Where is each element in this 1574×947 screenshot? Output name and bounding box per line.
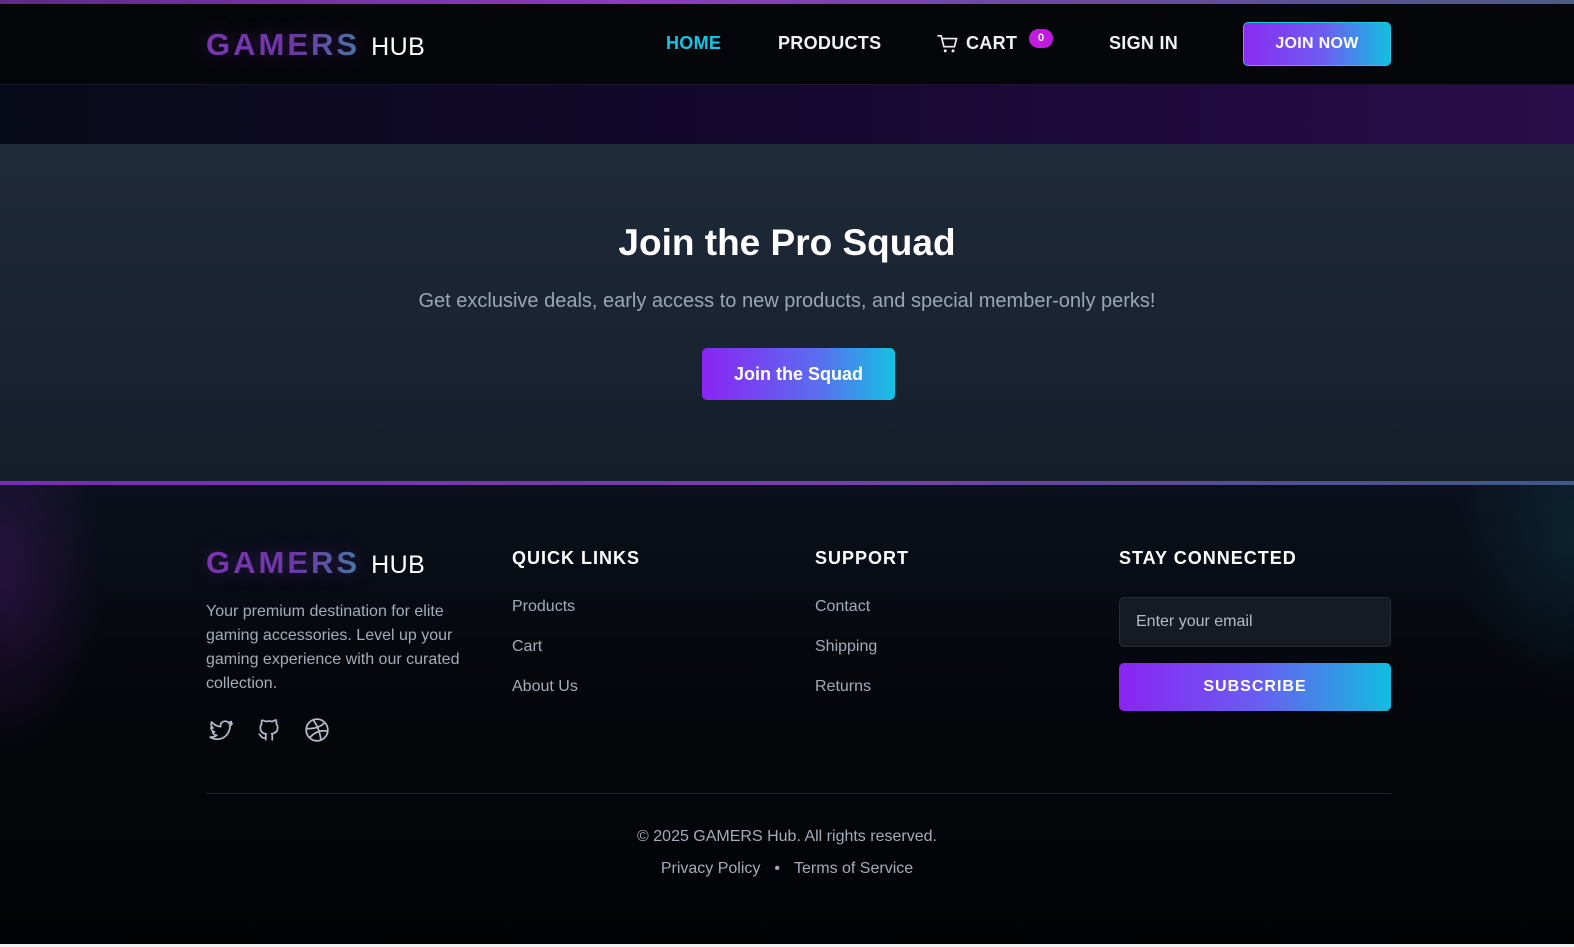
footer-link-shipping[interactable]: Shipping	[815, 638, 877, 656]
nav-sign-in[interactable]: SIGN IN	[1109, 33, 1178, 54]
logo-hub-text: HUB	[371, 33, 426, 61]
privacy-policy-link[interactable]: Privacy Policy	[661, 860, 761, 878]
footer-link-contact[interactable]: Contact	[815, 598, 870, 616]
stay-connected-title: STAY CONNECTED	[1119, 548, 1297, 568]
github-icon[interactable]	[256, 717, 282, 743]
join-squad-button[interactable]: Join the Squad	[702, 348, 895, 400]
footer-link-cart[interactable]: Cart	[512, 638, 542, 656]
twitter-icon[interactable]	[208, 717, 234, 743]
logo-gamers-text: GAMERS	[206, 27, 361, 62]
nav-products[interactable]: PRODUCTS	[778, 33, 881, 54]
nav-cart[interactable]: CART	[966, 33, 1017, 54]
header-gradient-strip	[0, 85, 1574, 144]
legal-links: Privacy Policy • Terms of Service	[0, 860, 1574, 878]
logo-hub-text: HUB	[371, 551, 426, 579]
terms-of-service-link[interactable]: Terms of Service	[794, 860, 913, 878]
support-title: SUPPORT	[815, 548, 910, 568]
header-logo[interactable]: GAMERS HUB	[206, 27, 425, 63]
footer-link-products[interactable]: Products	[512, 598, 575, 616]
copyright-text: © 2025 GAMERS Hub. All rights reserved.	[637, 828, 937, 845]
legal-separator: •	[774, 860, 781, 877]
cta-subtitle: Get exclusive deals, early access to new…	[418, 290, 1156, 312]
site-header: GAMERS HUB HOME PRODUCTS CART 0 SIGN IN …	[0, 0, 1574, 85]
footer-divider	[206, 793, 1391, 794]
nav-home[interactable]: HOME	[666, 33, 721, 54]
email-input[interactable]	[1119, 597, 1391, 647]
cta-title: Join the Pro Squad	[618, 222, 956, 263]
cart-count-badge: 0	[1029, 29, 1053, 48]
dribbble-icon[interactable]	[304, 717, 330, 743]
footer-logo[interactable]: GAMERS HUB	[206, 545, 425, 581]
subscribe-button[interactable]: SUBSCRIBE	[1119, 663, 1391, 711]
footer-link-about-us[interactable]: About Us	[512, 678, 578, 696]
footer-description: Your premium destination for elite gamin…	[206, 603, 460, 692]
footer-link-returns[interactable]: Returns	[815, 678, 871, 696]
quick-links-title: QUICK LINKS	[512, 548, 640, 568]
logo-gamers-text: GAMERS	[206, 545, 361, 580]
join-now-button[interactable]: JOIN NOW	[1243, 22, 1391, 66]
cart-icon[interactable]	[937, 34, 959, 54]
